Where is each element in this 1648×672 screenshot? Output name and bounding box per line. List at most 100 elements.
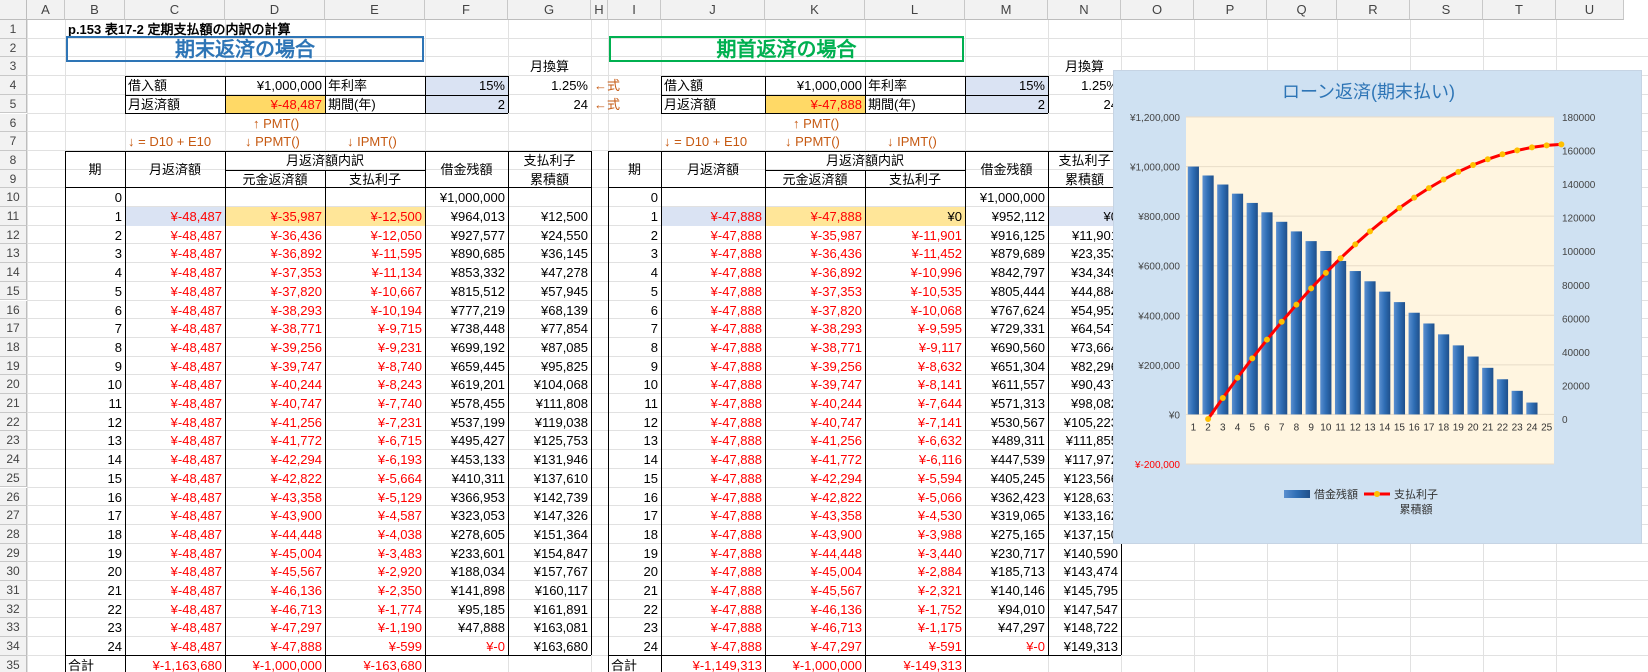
left-payment-cell[interactable]: ¥-48,487 xyxy=(125,226,225,245)
right-header-period[interactable]: 期 xyxy=(608,160,661,179)
row-header-11[interactable]: 11 xyxy=(0,207,27,226)
right-balance-cell[interactable]: ¥489,311 xyxy=(965,431,1048,450)
right-cumulative-cell[interactable]: ¥145,795 xyxy=(1048,581,1121,600)
right-interest-cell[interactable]: ¥-591 xyxy=(865,637,965,656)
right-interest-cell[interactable]: ¥-10,996 xyxy=(865,263,965,282)
right-interest-cell[interactable]: ¥-6,632 xyxy=(865,431,965,450)
left-cumulative-cell[interactable]: ¥131,946 xyxy=(508,450,591,469)
left-period-cell[interactable]: 18 xyxy=(65,525,125,544)
left-payment-cell[interactable]: ¥-48,487 xyxy=(125,375,225,394)
left-balance-cell[interactable]: ¥366,953 xyxy=(425,488,508,507)
row-header-8[interactable]: 8 xyxy=(0,150,27,170)
left-interest-cell[interactable]: ¥-10,194 xyxy=(325,301,425,320)
left-cumulative-cell[interactable]: ¥142,739 xyxy=(508,488,591,507)
right-cumulative-cell[interactable]: ¥73,664 xyxy=(1048,338,1121,357)
left-principal-cell[interactable]: ¥-45,567 xyxy=(225,562,325,581)
column-header-F[interactable]: F xyxy=(425,0,508,20)
left-payment-cell[interactable]: ¥-48,487 xyxy=(125,618,225,637)
left-principal-cell[interactable]: ¥-40,244 xyxy=(225,375,325,394)
left-period-cell[interactable]: 4 xyxy=(65,263,125,282)
right-interest-cell[interactable]: ¥-1,752 xyxy=(865,600,965,619)
right-payment-cell[interactable]: ¥-47,888 xyxy=(661,375,765,394)
row-header-22[interactable]: 22 xyxy=(0,412,27,432)
column-header-R[interactable]: R xyxy=(1337,0,1410,20)
column-header-U[interactable]: U xyxy=(1556,0,1624,20)
right-period-label[interactable]: 期間(年) xyxy=(865,95,965,114)
right-cumulative-cell[interactable]: ¥44,884 xyxy=(1048,282,1121,301)
right-sum-note[interactable]: ↓ = D10 + E10 xyxy=(661,132,765,151)
right-balance-cell[interactable]: ¥94,010 xyxy=(965,600,1048,619)
right-cumulative-cell[interactable]: ¥133,162 xyxy=(1048,506,1121,525)
left-balance-cell[interactable]: ¥927,577 xyxy=(425,226,508,245)
left-principal-cell[interactable]: ¥-38,293 xyxy=(225,301,325,320)
right-principal-cell[interactable]: ¥-41,772 xyxy=(765,450,865,469)
left-balance-cell[interactable]: ¥659,445 xyxy=(425,357,508,376)
right-interest-cell[interactable]: ¥-3,440 xyxy=(865,544,965,563)
row-header-26[interactable]: 26 xyxy=(0,487,27,507)
row-header-33[interactable]: 33 xyxy=(0,618,27,638)
right-interest-cell[interactable]: ¥-1,175 xyxy=(865,618,965,637)
left-payment-cell[interactable]: ¥-48,487 xyxy=(125,506,225,525)
right-pay-label[interactable]: 月返済額 xyxy=(661,95,765,114)
right-period-cell[interactable]: 19 xyxy=(608,544,661,563)
right-interest-cell[interactable]: ¥-6,116 xyxy=(865,450,965,469)
right-balance-cell[interactable]: ¥805,444 xyxy=(965,282,1048,301)
row-header-32[interactable]: 32 xyxy=(0,599,27,619)
right-payment-cell[interactable]: ¥-47,888 xyxy=(661,581,765,600)
right-pmt-note[interactable]: ↑ PMT() xyxy=(765,114,865,133)
left-cumulative-cell[interactable]: ¥87,085 xyxy=(508,338,591,357)
right-period-cell[interactable]: 17 xyxy=(608,506,661,525)
right-interest-cell[interactable]: ¥-2,321 xyxy=(865,581,965,600)
right-principal-cell[interactable]: ¥-38,293 xyxy=(765,319,865,338)
right-cumulative-cell[interactable]: ¥128,631 xyxy=(1048,488,1121,507)
right-balance-cell[interactable]: ¥916,125 xyxy=(965,226,1048,245)
right-principal-cell[interactable]: ¥-46,713 xyxy=(765,618,865,637)
right-interest-cell[interactable]: ¥-11,901 xyxy=(865,226,965,245)
right-payment-cell[interactable]: ¥-47,888 xyxy=(661,637,765,656)
right-total-pay[interactable]: ¥-1,149,313 xyxy=(661,656,765,672)
right-balance-cell[interactable]: ¥319,065 xyxy=(965,506,1048,525)
left-cumulative-cell[interactable]: ¥160,117 xyxy=(508,581,591,600)
row-header-27[interactable]: 27 xyxy=(0,506,27,525)
row-header-28[interactable]: 28 xyxy=(0,524,27,544)
left-cumulative-cell[interactable]: ¥119,038 xyxy=(508,413,591,432)
right-interest-cell[interactable]: ¥-8,632 xyxy=(865,357,965,376)
column-header-J[interactable]: J xyxy=(661,0,765,20)
row-header-16[interactable]: 16 xyxy=(0,300,27,320)
left-row0-balance[interactable]: ¥1,000,000 xyxy=(425,188,508,207)
left-period-formula-note[interactable]: ←式 xyxy=(591,95,620,114)
right-cumulative-cell[interactable]: ¥64,547 xyxy=(1048,319,1121,338)
left-payment-cell[interactable]: ¥-48,487 xyxy=(125,525,225,544)
left-pay-value[interactable]: ¥-48,487 xyxy=(225,95,325,114)
left-period-cell[interactable]: 7 xyxy=(65,319,125,338)
left-payment-cell[interactable]: ¥-48,487 xyxy=(125,488,225,507)
right-rate-month[interactable]: 1.25% xyxy=(1048,76,1121,95)
right-balance-cell[interactable]: ¥405,245 xyxy=(965,469,1048,488)
left-interest-cell[interactable]: ¥-599 xyxy=(325,637,425,656)
left-period-cell[interactable]: 13 xyxy=(65,431,125,450)
right-pay-value[interactable]: ¥-47,888 xyxy=(765,95,865,114)
right-header-principal[interactable]: 元金返済額 xyxy=(765,170,865,189)
right-balance-cell[interactable]: ¥879,689 xyxy=(965,244,1048,263)
column-header-O[interactable]: O xyxy=(1121,0,1194,20)
right-period-cell[interactable]: 3 xyxy=(608,244,661,263)
right-rate-label[interactable]: 年利率 xyxy=(865,76,965,95)
right-period-cell[interactable]: 13 xyxy=(608,431,661,450)
left-period-cell[interactable]: 9 xyxy=(65,357,125,376)
row-header-23[interactable]: 23 xyxy=(0,431,27,451)
right-period-cell[interactable]: 23 xyxy=(608,618,661,637)
right-period-cell[interactable]: 16 xyxy=(608,488,661,507)
right-principal-cell[interactable]: ¥-37,820 xyxy=(765,301,865,320)
left-cumulative-cell[interactable]: ¥147,326 xyxy=(508,506,591,525)
right-balance-cell[interactable]: ¥530,567 xyxy=(965,413,1048,432)
left-payment-cell[interactable]: ¥-48,487 xyxy=(125,413,225,432)
left-balance-cell[interactable]: ¥578,455 xyxy=(425,394,508,413)
left-cumulative-cell[interactable]: ¥151,364 xyxy=(508,525,591,544)
left-period-cell[interactable]: 12 xyxy=(65,413,125,432)
right-interest-cell[interactable]: ¥0 xyxy=(865,207,965,226)
left-balance-cell[interactable]: ¥453,133 xyxy=(425,450,508,469)
right-payment-cell[interactable]: ¥-47,888 xyxy=(661,469,765,488)
left-cumulative-cell[interactable]: ¥163,680 xyxy=(508,637,591,656)
right-principal-cell[interactable]: ¥-40,747 xyxy=(765,413,865,432)
left-cumulative-cell[interactable]: ¥24,550 xyxy=(508,226,591,245)
